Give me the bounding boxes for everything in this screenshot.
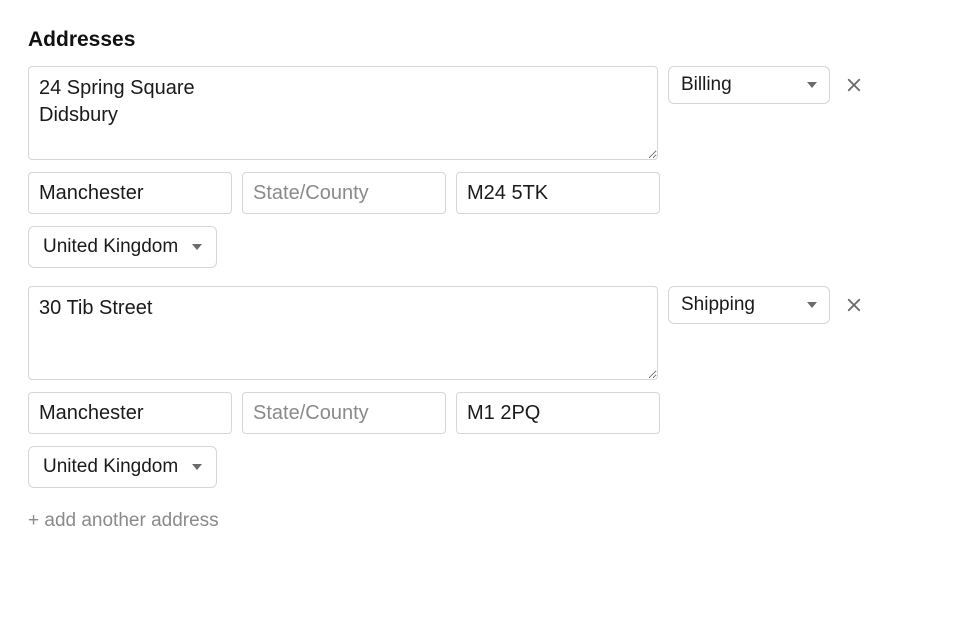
caret-down-icon xyxy=(807,82,817,88)
close-icon xyxy=(845,76,863,94)
remove-address-button[interactable] xyxy=(840,286,868,324)
close-icon xyxy=(845,296,863,314)
state-input[interactable] xyxy=(242,392,446,434)
address-top-row: Shipping xyxy=(28,286,930,380)
add-address-link[interactable]: + add another address xyxy=(28,510,219,532)
country-label: United Kingdom xyxy=(43,236,178,258)
postal-input[interactable] xyxy=(456,172,660,214)
address-type-label: Shipping xyxy=(681,294,755,316)
caret-down-icon xyxy=(192,464,202,470)
street-textarea[interactable] xyxy=(28,286,658,380)
country-row: United Kingdom xyxy=(28,446,930,488)
city-state-postal-row xyxy=(28,392,930,434)
caret-down-icon xyxy=(192,244,202,250)
postal-input[interactable] xyxy=(456,392,660,434)
state-input[interactable] xyxy=(242,172,446,214)
city-input[interactable] xyxy=(28,172,232,214)
address-type-select[interactable]: Billing xyxy=(668,66,830,104)
country-label: United Kingdom xyxy=(43,456,178,478)
address-type-select[interactable]: Shipping xyxy=(668,286,830,324)
city-input[interactable] xyxy=(28,392,232,434)
country-select[interactable]: United Kingdom xyxy=(28,226,217,268)
street-textarea[interactable] xyxy=(28,66,658,160)
country-row: United Kingdom xyxy=(28,226,930,268)
address-type-label: Billing xyxy=(681,74,732,96)
address-block: Shipping United Kingdom xyxy=(28,286,930,488)
remove-address-button[interactable] xyxy=(840,66,868,104)
address-top-row: Billing xyxy=(28,66,930,160)
address-block: Billing United Kingdom xyxy=(28,66,930,268)
city-state-postal-row xyxy=(28,172,930,214)
section-title: Addresses xyxy=(28,28,930,52)
caret-down-icon xyxy=(807,302,817,308)
country-select[interactable]: United Kingdom xyxy=(28,446,217,488)
